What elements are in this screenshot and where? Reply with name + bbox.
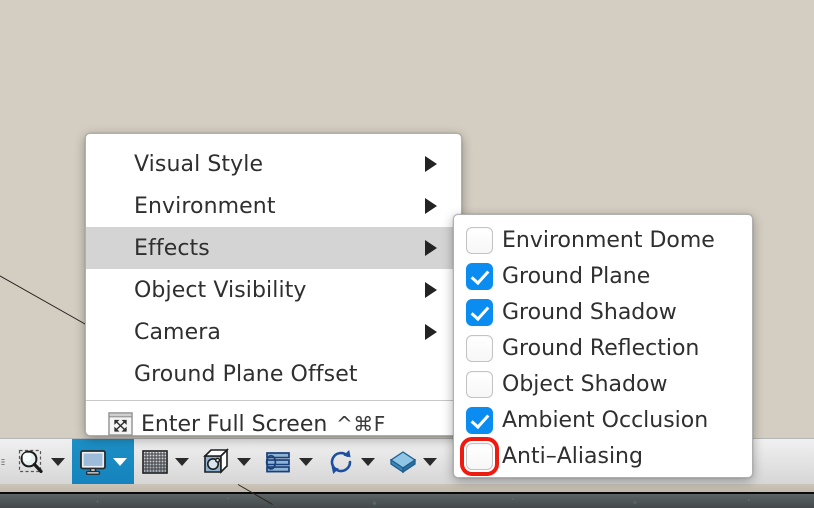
submenu-arrow-icon [425, 156, 437, 172]
desk-surface-band [0, 483, 814, 492]
toolbar-item-partial-left[interactable] [0, 439, 10, 484]
menu-item-camera[interactable]: Camera [86, 311, 461, 353]
checkbox-environment-dome[interactable] [466, 226, 493, 254]
full-screen-label: Enter Full Screen [141, 411, 328, 437]
checkbox-ground-plane[interactable] [466, 262, 493, 290]
display-mode-chevron-down-icon[interactable] [113, 457, 127, 466]
checkbox-anti-aliasing[interactable] [460, 436, 499, 476]
section-tool-chevron-down-icon[interactable] [299, 457, 313, 466]
submenu-item-object-shadow[interactable]: Object Shadow [454, 366, 752, 402]
menu-item-label: Environment [134, 193, 276, 219]
monitor-icon [80, 449, 106, 475]
menu-separator [86, 400, 461, 401]
toolbar-section-tool[interactable] [258, 439, 320, 484]
submenu-item-ground-reflection[interactable]: Ground Reflection [454, 330, 752, 366]
checkbox-ground-reflection[interactable] [466, 334, 493, 362]
cube-sphere-icon [203, 447, 229, 474]
app-window: Visual Style Environment Effects Object … [0, 0, 814, 508]
submenu-arrow-icon [425, 324, 437, 340]
submenu-item-ground-shadow[interactable]: Ground Shadow [454, 294, 752, 330]
toolbar-rotate-tool[interactable] [320, 439, 382, 484]
submenu-item-label: Object Shadow [502, 371, 668, 397]
grid-tool-chevron-down-icon[interactable] [175, 457, 189, 466]
menu-item-visual-style[interactable]: Visual Style [86, 143, 461, 185]
menu-item-environment[interactable]: Environment [86, 185, 461, 227]
toolbar-zoom-to-selection-tool[interactable] [10, 439, 72, 484]
effects-submenu: Environment Dome Ground Plane Ground Sha… [453, 214, 753, 478]
submenu-item-anti-aliasing[interactable]: Anti–Aliasing [454, 436, 752, 476]
menu-item-object-visibility[interactable]: Object Visibility [86, 269, 461, 311]
submenu-item-label: Ground Reflection [502, 335, 700, 361]
layer-stack-icon [389, 450, 417, 473]
toolbar-layers-tool[interactable] [382, 439, 444, 484]
menu-item-label: Effects [134, 235, 210, 261]
grid-icon [142, 449, 168, 474]
checkbox-ambient-occlusion[interactable] [466, 406, 493, 434]
toolbar-grid-tool[interactable] [134, 439, 196, 484]
checkbox-ground-shadow[interactable] [466, 298, 493, 326]
desk-surface [0, 492, 814, 508]
menu-item-label: Visual Style [134, 151, 264, 177]
menu-item-effects[interactable]: Effects [86, 227, 461, 269]
partial-tool-icon [1, 458, 5, 465]
toolbar-bounding-box-tool[interactable] [196, 439, 258, 484]
menu-item-label: Camera [134, 319, 221, 345]
menu-item-label: Object Visibility [134, 277, 307, 303]
submenu-item-label: Environment Dome [502, 227, 715, 253]
submenu-item-label: Ground Shadow [502, 299, 677, 325]
refresh-icon [330, 449, 352, 474]
magnifier-icon [18, 449, 43, 473]
rotate-tool-chevron-down-icon[interactable] [361, 457, 375, 466]
submenu-item-environment-dome[interactable]: Environment Dome [454, 222, 752, 258]
bounding-box-chevron-down-icon[interactable] [237, 457, 251, 466]
full-screen-shortcut: ^⌘F [336, 412, 386, 436]
view-context-menu: Visual Style Environment Effects Object … [85, 133, 462, 437]
menu-item-label: Ground Plane Offset [134, 361, 358, 387]
desk-texture [0, 492, 814, 508]
submenu-item-ambient-occlusion[interactable]: Ambient Occlusion [454, 402, 752, 438]
submenu-item-label: Ground Plane [502, 263, 651, 289]
checkbox-object-shadow[interactable] [466, 370, 493, 398]
submenu-item-ground-plane[interactable]: Ground Plane [454, 258, 752, 294]
submenu-arrow-icon [425, 240, 437, 256]
menu-item-ground-plane-offset[interactable]: Ground Plane Offset [86, 353, 461, 395]
toolbar-display-mode-tool[interactable] [72, 439, 134, 484]
submenu-arrow-icon [425, 198, 437, 214]
submenu-item-label: Ambient Occlusion [502, 407, 709, 433]
submenu-arrow-icon [425, 282, 437, 298]
sections-icon [265, 451, 290, 472]
zoom-tool-chevron-down-icon[interactable] [51, 457, 65, 466]
menu-item-enter-full-screen[interactable]: Enter Full Screen ^⌘F [86, 404, 461, 444]
fullscreen-icon [108, 412, 133, 436]
layers-tool-chevron-down-icon[interactable] [423, 457, 437, 466]
submenu-item-label: Anti–Aliasing [502, 443, 643, 469]
